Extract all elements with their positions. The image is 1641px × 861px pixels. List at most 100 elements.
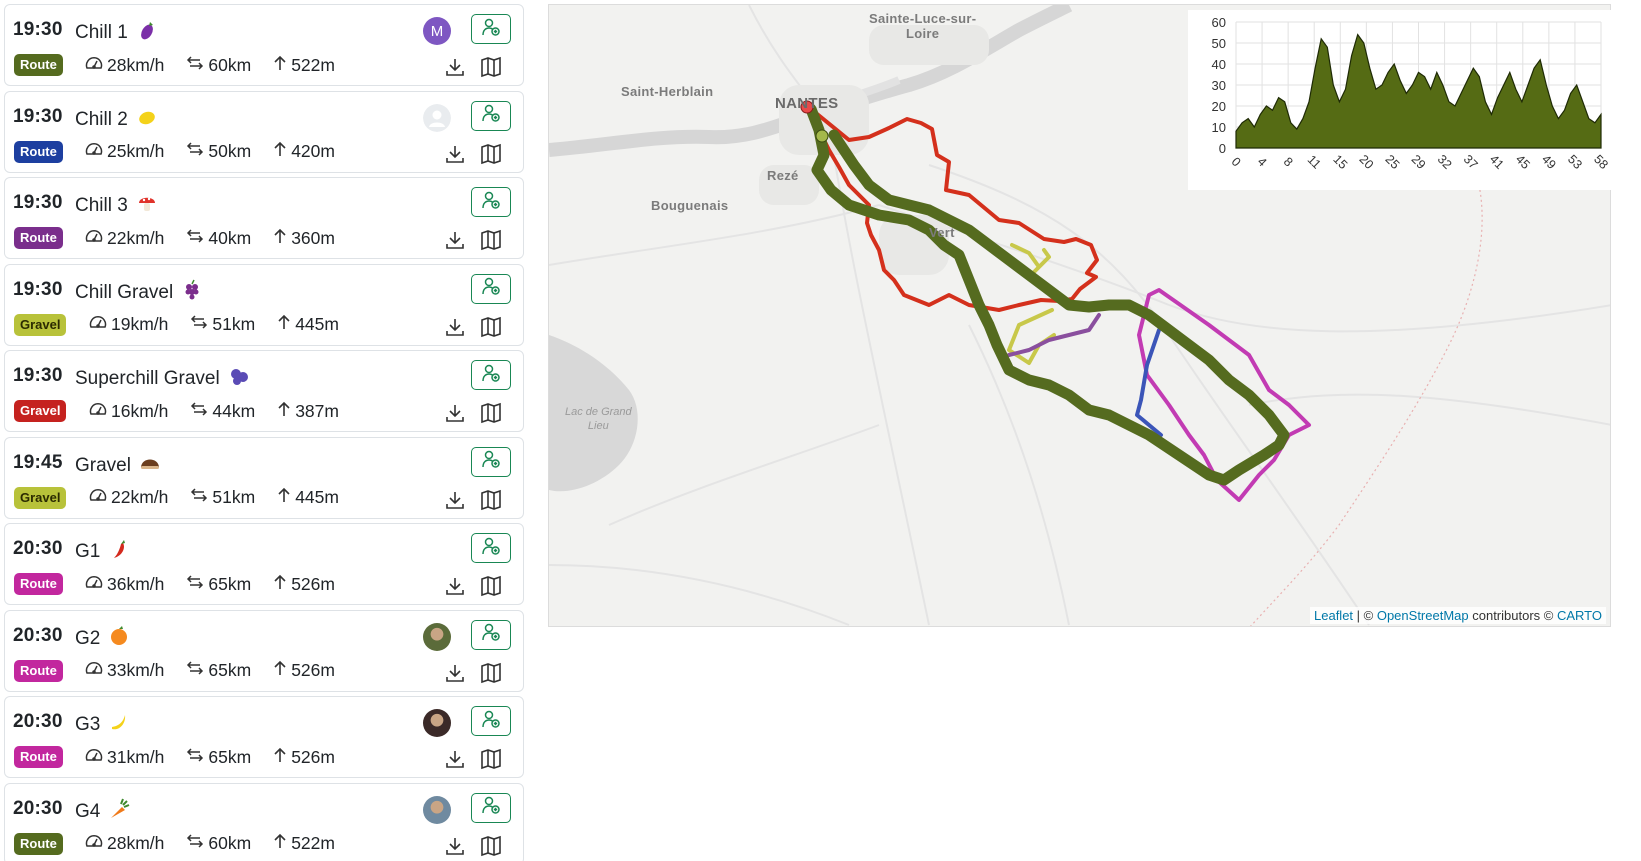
join-ride-button[interactable] (471, 706, 511, 736)
tangerine-icon (108, 625, 130, 647)
join-ride-button[interactable] (471, 14, 511, 44)
user-plus-icon (481, 795, 501, 820)
distance-value: 60km (208, 833, 252, 853)
download-gpx-button[interactable] (443, 488, 467, 512)
download-gpx-button[interactable] (443, 55, 467, 79)
join-ride-button[interactable] (471, 533, 511, 563)
map-label-lake: Lac de Grand Lieu (565, 406, 632, 432)
ride-card[interactable]: 20:30 G4 Route 28km/h 60km 522m (4, 782, 524, 861)
join-ride-button[interactable] (471, 619, 511, 650)
elevation-stat: 360m (273, 228, 335, 249)
arrow-up-icon (273, 228, 291, 249)
map-label-sainte-luce: Sainte-Luce-sur- Loire (869, 11, 977, 41)
map-icon (479, 229, 503, 256)
waypoint-marker[interactable] (815, 129, 829, 143)
show-on-map-button[interactable] (479, 55, 503, 79)
ride-card[interactable]: 19:45 Gravel Gravel 22km/h 51km 445m (4, 436, 524, 519)
ride-time: 19:30 (13, 365, 63, 386)
carto-link[interactable]: CARTO (1557, 608, 1602, 623)
download-gpx-button[interactable] (443, 142, 467, 166)
ride-name: Gravel (75, 452, 161, 477)
user-plus-icon (481, 276, 501, 301)
download-icon (443, 491, 467, 516)
distance-value: 65km (208, 573, 252, 594)
elevation-stat: 445m (277, 487, 339, 508)
elevation-value: 360m (291, 227, 335, 248)
show-on-map-button[interactable] (479, 401, 503, 425)
download-gpx-button[interactable] (443, 401, 467, 425)
download-gpx-button[interactable] (443, 747, 467, 771)
show-on-map-button[interactable] (479, 488, 503, 512)
download-gpx-button[interactable] (443, 228, 467, 252)
ride-card[interactable]: 19:30 Chill 2 Route 25km/h 50km 420m (4, 90, 524, 173)
ride-name-text: Chill 3 (75, 195, 128, 216)
distance-stat: 65km (186, 660, 251, 681)
speed-value: 33km/h (107, 660, 165, 680)
download-gpx-button[interactable] (443, 315, 467, 339)
show-on-map-button[interactable] (479, 228, 503, 252)
eggplant-icon (136, 19, 158, 41)
distance-stat: 40km (186, 228, 251, 249)
map-label-nantes: NANTES (775, 95, 839, 112)
speed-value: 22km/h (111, 487, 169, 507)
download-icon (443, 751, 467, 775)
avatar[interactable] (423, 795, 451, 824)
show-on-map-button[interactable] (479, 834, 503, 858)
ride-card[interactable]: 19:30 Superchill Gravel Gravel 16km/h 44… (4, 350, 524, 432)
elevation-value: 526m (291, 660, 335, 680)
ride-stats: 19km/h 51km 445m (89, 314, 361, 336)
speedometer-icon (85, 55, 107, 76)
ride-card[interactable]: 20:30 G2 Route 33km/h 65km 526m (4, 609, 524, 692)
avatar[interactable] (423, 622, 451, 651)
join-ride-button[interactable] (471, 792, 511, 823)
avatar-placeholder-icon[interactable] (423, 103, 451, 132)
join-ride-button[interactable] (471, 360, 511, 390)
map-icon (479, 143, 503, 170)
join-ride-button[interactable] (471, 446, 511, 477)
osm-link[interactable]: OpenStreetMap (1377, 608, 1469, 623)
y-tick-label: 50 (1212, 36, 1226, 51)
download-gpx-button[interactable] (443, 661, 467, 685)
blueberries-icon (228, 365, 250, 387)
join-ride-button[interactable] (471, 273, 511, 304)
show-on-map-button[interactable] (479, 142, 503, 166)
download-gpx-button[interactable] (443, 834, 467, 858)
ride-card[interactable]: 19:30 Chill 3 Route 22km/h 40km 360m (4, 177, 524, 259)
ride-type-badge: Route (14, 832, 63, 855)
distance-stat: 50km (186, 141, 251, 162)
ride-card[interactable]: 20:30 G3 Route 31km/h 65km 526m (4, 696, 524, 778)
ride-type-badge: Route (14, 227, 63, 249)
ride-card[interactable]: 19:30 Chill 1 M Route 28km/h 60km 522m (4, 4, 524, 86)
speed-stat: 36km/h (85, 574, 164, 595)
ride-card[interactable]: 19:30 Chill Gravel Gravel 19km/h 51km 44… (4, 263, 524, 346)
elevation-profile: 60 50 40 30 20 10 0 0 4 8 11 15 20 25 29 32 37 41 45 49 53 58 (1188, 10, 1611, 190)
map-icon (479, 489, 503, 516)
join-ride-button[interactable] (471, 100, 511, 131)
show-on-map-button[interactable] (479, 315, 503, 339)
ride-name: G2 (75, 625, 130, 650)
arrow-up-icon (273, 55, 291, 76)
distance-stat: 60km (186, 833, 251, 854)
speed-value: 22km/h (107, 227, 165, 248)
avatar[interactable] (423, 709, 451, 737)
show-on-map-button[interactable] (479, 661, 503, 685)
show-on-map-button[interactable] (479, 747, 503, 771)
show-on-map-button[interactable] (479, 574, 503, 598)
speedometer-icon (85, 833, 107, 854)
x-tick-label: 8 (1281, 155, 1296, 170)
ride-stats: 22km/h 40km 360m (85, 227, 357, 249)
join-ride-button[interactable] (471, 187, 511, 217)
user-plus-icon (481, 536, 501, 561)
x-tick-label: 45 (1513, 152, 1533, 172)
distance-value: 44km (212, 400, 256, 421)
hot-pepper-icon (108, 538, 130, 560)
download-gpx-button[interactable] (443, 574, 467, 598)
ride-card[interactable]: 20:30 G1 Route 36km/h 65km 526m (4, 523, 524, 605)
avatar[interactable]: M (423, 17, 451, 45)
download-icon (443, 837, 467, 861)
map-label-reze: Rezé (767, 168, 799, 183)
speed-value: 36km/h (107, 573, 165, 594)
elevation-value: 420m (291, 141, 335, 161)
leaflet-link[interactable]: Leaflet (1314, 608, 1353, 623)
map-icon (479, 56, 503, 83)
